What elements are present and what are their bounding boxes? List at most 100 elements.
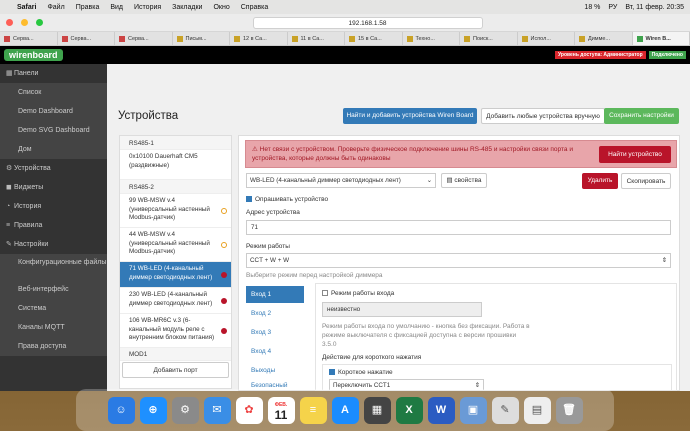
device-list-item[interactable]: 106 WB-MR6C v.3 (6-канальный модуль реле… [120,314,231,348]
menu-edit[interactable]: Правка [76,4,100,11]
menu-view[interactable]: Вид [110,4,123,11]
textedit-icon[interactable]: ✎ [491,396,519,424]
save-settings-button[interactable]: Сохранить настройки [604,108,679,124]
close-window-button[interactable] [6,19,13,26]
add-port-button[interactable]: Добавить порт [122,362,229,378]
address-bar[interactable]: 192.168.1.58 [252,16,483,29]
sidebar-item-mqtt-channels[interactable]: Каналы MQTT [0,318,107,337]
device-list-item[interactable]: 230 WB-LED (4-канальный диммер светодиод… [120,288,231,314]
device-list-item[interactable]: 99 WB-MSW v.4 (универсальный настенный M… [120,194,231,228]
app-menu[interactable]: Safari [17,4,36,11]
device-list-item[interactable]: 44 WB-MSW v.4 (универсальный настенный M… [120,228,231,262]
tab-favicon-icon [291,35,298,42]
port-group-mod1[interactable]: MOD1 [120,348,231,361]
sidebar-item-home[interactable]: Дом [0,140,107,159]
photos-icon[interactable]: ✿ [235,396,263,424]
browser-tab[interactable]: 12 в Са... [230,32,288,45]
system-settings-icon[interactable]: ⚙ [171,396,199,424]
calculator-icon[interactable]: ▦ [363,396,391,424]
documents-icon[interactable]: ▤ [523,396,551,424]
alert-text: ⚠ Нет связи с устройством. Проверьте физ… [252,146,573,163]
checkbox-unchecked[interactable] [322,290,328,297]
menu-file[interactable]: Файл [47,4,64,11]
safari-icon[interactable]: ⊕ [139,396,167,424]
browser-tab[interactable]: 11 в Са... [288,32,345,45]
browser-tab[interactable]: Поиск... [460,32,518,45]
copy-device-button[interactable]: Скопировать [621,173,671,189]
wirenboard-logo[interactable]: wirenboard [4,49,63,61]
tab-input-1[interactable]: Вход 1 [246,286,304,303]
input-language[interactable]: РУ [608,4,617,11]
sidebar-item-rules[interactable]: ≡ Правила [0,216,107,235]
safari-window: 192.168.1.58 Серва... Серва... Серва... … [0,14,690,391]
port-group-rs485-2[interactable]: RS485-2 [120,180,231,194]
menu-history[interactable]: История [134,4,161,11]
address-input[interactable]: 71 [246,220,671,235]
excel-icon[interactable]: X [395,396,423,424]
delete-device-button[interactable]: Удалить [582,173,618,189]
sidebar-item-access-rights[interactable]: Права доступа [0,337,107,356]
sidebar-item-config-files[interactable]: Конфигурационные файлы [0,254,107,280]
menu-bookmarks[interactable]: Закладки [172,4,202,11]
checkbox-checked[interactable] [329,369,335,376]
port-group-rs485-1[interactable]: RS485-1 [120,136,231,150]
tab-input-2[interactable]: Вход 2 [246,305,304,322]
tab-input-3[interactable]: Вход 3 [246,324,304,341]
tab-favicon-icon [119,35,125,42]
poll-device-checkbox[interactable]: Опрашивать устройство [246,196,328,203]
preview-icon[interactable]: ▣ [459,396,487,424]
chevron-down-icon: ⌄ [426,177,432,184]
mode-select[interactable]: CCT + W + W ⇕ [246,253,671,268]
tab-favicon-icon [464,35,470,42]
sidebar-item-demo-dashboard[interactable]: Demo Dashboard [0,102,107,121]
calendar-icon[interactable]: ФЕВ. 11 [267,396,295,424]
properties-button[interactable]: ▤ свойства [441,173,487,188]
browser-tab[interactable]: Димме... [575,32,633,45]
find-device-button[interactable]: Найти устройство [599,146,671,163]
sidebar-item-panels[interactable]: ▦Панели [0,64,107,83]
sidebar-item-system[interactable]: Система [0,299,107,318]
finder-icon[interactable]: ☺ [107,396,135,424]
chevron-updown-icon: ⇕ [661,257,667,264]
tab-outputs[interactable]: Выходы [246,362,304,379]
tab-input-4[interactable]: Вход 4 [246,343,304,360]
find-devices-button[interactable]: Найти и добавить устройства Wiren Board [343,108,477,124]
browser-tab[interactable]: 15 в Са... [345,32,403,45]
battery-status[interactable]: 18 % [584,4,600,11]
checkbox-checked[interactable] [246,196,252,203]
menu-window[interactable]: Окно [213,4,229,11]
trash-icon[interactable]: 🗑 [555,396,583,424]
mail-icon[interactable]: ✉ [203,396,231,424]
sidebar-item-web-interface[interactable]: Веб-интерфейс [0,280,107,299]
browser-tab[interactable]: Серва... [115,32,173,45]
browser-tab[interactable]: Серва... [58,32,115,45]
word-icon[interactable]: W [427,396,455,424]
sidebar-item-devices[interactable]: ⚙ Устройства [0,159,107,178]
browser-tab[interactable]: Серва... [0,32,58,45]
device-list: RS485-1 0x10100 Dauerhaft CM5 (раздвижны… [119,135,232,389]
browser-tab[interactable]: Техно... [403,32,460,45]
notes-icon[interactable]: ≡ [299,396,327,424]
short-press-checkbox[interactable]: Короткое нажатие [329,369,393,376]
device-list-item[interactable]: 0x10100 Dauerhaft CM5 (раздвижные) [120,150,231,180]
tab-favicon-icon [406,35,413,42]
short-press-action-label: Действие для короткого нажатия [322,354,422,361]
add-device-manually-button[interactable]: Добавить любые устройства вручную [481,108,605,124]
sidebar-item-history[interactable]: ◔ История [0,197,107,216]
input-mode-checkbox[interactable]: Режим работы входа [322,290,394,297]
sidebar-item-list[interactable]: Список [0,83,107,102]
browser-tab-active[interactable]: Wiren B... [632,32,690,45]
zoom-window-button[interactable] [36,19,43,26]
sidebar-item-widgets[interactable]: ◼ Виджеты [0,178,107,197]
sidebar-item-settings[interactable]: ✎ Настройки [0,235,107,254]
minimize-window-button[interactable] [21,19,28,26]
clock[interactable]: Вт, 11 февр. 20:35 [625,4,684,11]
browser-tab[interactable]: Письм... [173,32,230,45]
device-list-item-selected[interactable]: 71 WB-LED (4-канальный диммер светодиодн… [120,262,231,288]
device-type-select[interactable]: WB-LED (4-канальный диммер светодиодных … [246,173,436,188]
browser-tab[interactable]: Испол... [518,32,575,45]
sidebar-item-demo-svg-dashboard[interactable]: Demo SVG Dashboard [0,121,107,140]
input-mode-value: неизвестно [322,302,482,317]
app-store-icon[interactable]: A [331,396,359,424]
menu-help[interactable]: Справка [241,4,268,11]
